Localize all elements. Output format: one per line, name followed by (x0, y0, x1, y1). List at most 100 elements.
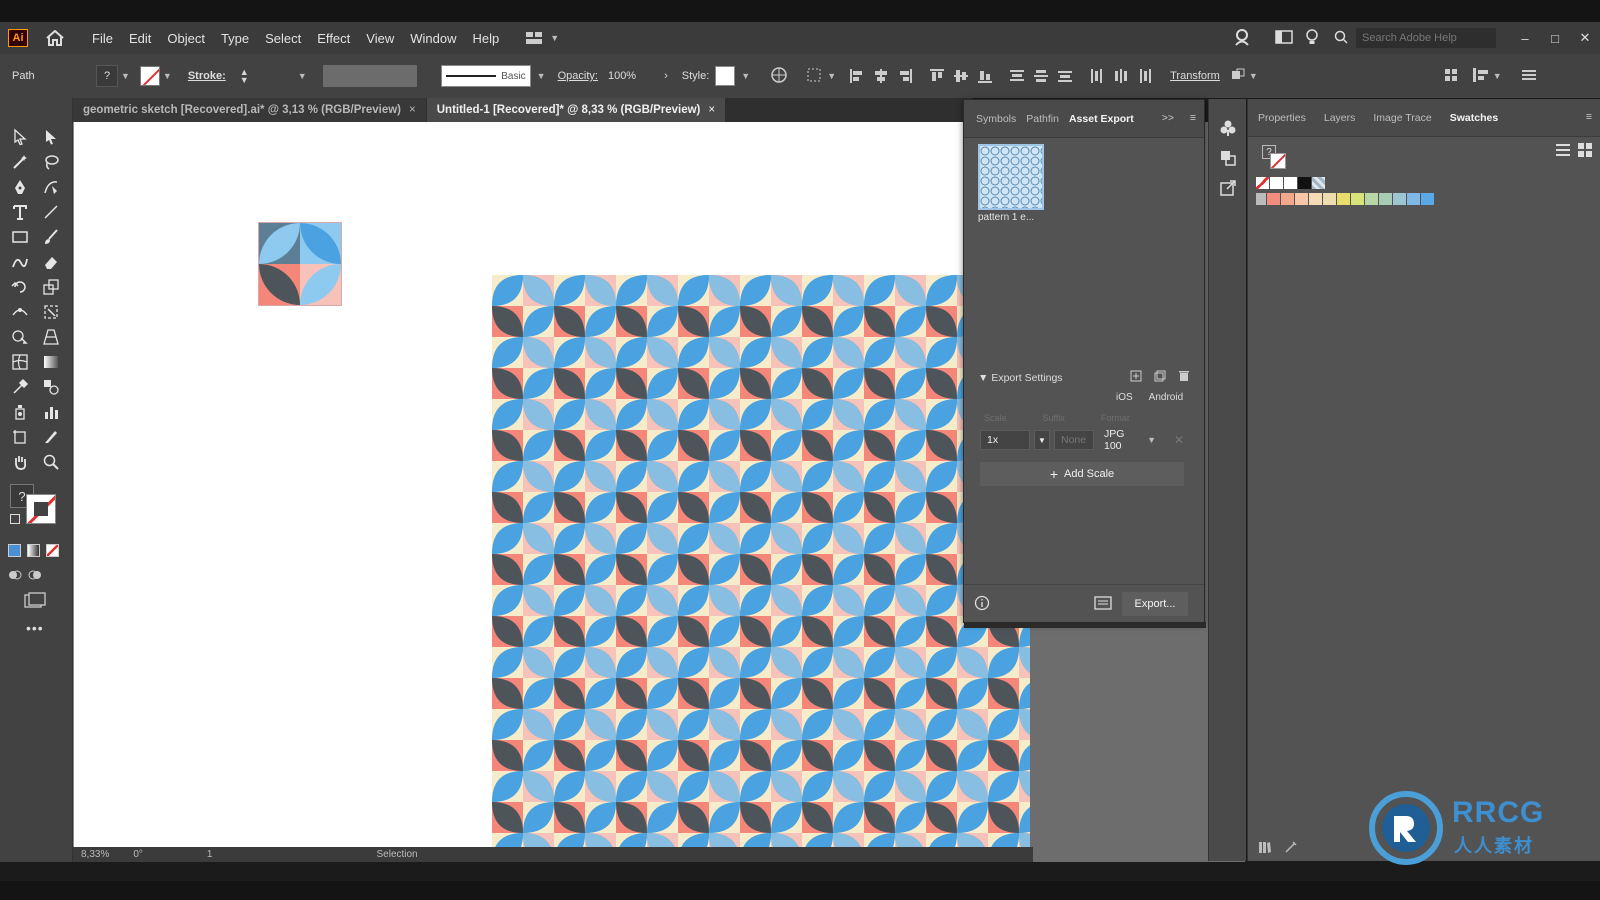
shape-mode-dropdown-icon[interactable]: ▼ (1249, 71, 1258, 81)
list-view-icon[interactable] (1556, 143, 1570, 160)
panel-menu-icon[interactable]: ≡ (1586, 111, 1592, 123)
menu-window[interactable]: Window (402, 31, 464, 46)
swatch-black[interactable] (1298, 177, 1311, 189)
format-select[interactable]: JPG 100 ▼ (1098, 428, 1162, 452)
distribute-vcenter-icon[interactable] (1032, 67, 1050, 85)
align-hcenter-icon[interactable] (872, 67, 890, 85)
stroke-dropdown-icon[interactable]: ▼ (163, 71, 172, 81)
menu-file[interactable]: File (84, 31, 121, 46)
swatch-color[interactable] (1379, 193, 1392, 205)
add-scale-button[interactable]: + Add Scale (980, 462, 1184, 486)
swatch-color[interactable] (1407, 193, 1420, 205)
isolate-icon[interactable] (1472, 67, 1490, 86)
align-to-icon[interactable] (806, 67, 824, 86)
distribute-bottom-icon[interactable] (1056, 67, 1074, 85)
opacity-label[interactable]: Opacity: (558, 70, 598, 82)
swatch-options-icon[interactable] (1284, 840, 1298, 857)
width-tool-icon[interactable] (6, 301, 34, 323)
workspace-switcher[interactable]: ▼ (525, 31, 559, 45)
tab-properties[interactable]: Properties (1258, 112, 1306, 124)
mesh-tool-icon[interactable] (6, 351, 34, 373)
default-colors-icon[interactable] (10, 514, 20, 524)
draw-behind-icon[interactable] (28, 568, 42, 585)
lasso-tool-icon[interactable] (37, 151, 65, 173)
suffix-input[interactable]: None (1054, 430, 1094, 450)
brush-dropdown-icon[interactable]: ▼ (537, 71, 546, 81)
align-bottom-icon[interactable] (976, 67, 994, 85)
menu-help[interactable]: Help (464, 31, 507, 46)
swatch-color[interactable] (1295, 193, 1308, 205)
export-button[interactable]: Export... (1122, 592, 1188, 616)
graphic-style-swatch[interactable] (715, 66, 736, 86)
asset-export-panel-icon[interactable] (1209, 173, 1247, 203)
distribute-hcenter-icon[interactable] (1112, 67, 1130, 85)
user-icon[interactable] (1228, 28, 1256, 49)
zoom-tool-icon[interactable] (37, 451, 65, 473)
lightbulb-icon[interactable] (1298, 28, 1326, 49)
search-input[interactable]: Search Adobe Help (1356, 28, 1496, 48)
artboard-navigator[interactable]: 1 (207, 849, 213, 860)
more-tools-icon[interactable]: ••• (26, 620, 44, 636)
screen-mode-icon[interactable] (24, 592, 46, 613)
close-icon[interactable]: × (409, 104, 416, 116)
menu-select[interactable]: Select (257, 31, 309, 46)
transform-link[interactable]: Transform (1170, 70, 1220, 82)
menu-edit[interactable]: Edit (121, 31, 159, 46)
curvature-tool-icon[interactable] (37, 176, 65, 198)
stroke-swatch[interactable] (139, 66, 160, 86)
gradient-icon[interactable] (27, 544, 40, 557)
opacity-value[interactable]: 100% (608, 70, 636, 82)
rectangle-tool-icon[interactable] (6, 226, 34, 248)
symbols-panel-icon[interactable] (1209, 113, 1247, 143)
align-vcenter-icon[interactable] (952, 67, 970, 85)
preset-ios[interactable]: iOS (1116, 392, 1133, 403)
asset-thumbnail[interactable] (978, 144, 1044, 210)
tab-layers[interactable]: Layers (1324, 112, 1356, 124)
color-icon[interactable] (8, 544, 21, 557)
preset-android[interactable]: Android (1149, 392, 1183, 403)
fill-stroke-widget[interactable]: ? (10, 484, 62, 528)
trash-icon[interactable] (1178, 370, 1190, 385)
variable-width-profile[interactable] (322, 65, 417, 87)
duplicate-preset-icon[interactable] (1154, 370, 1166, 385)
scale-dropdown-icon[interactable]: ▼ (1034, 430, 1050, 450)
tab-untitled-1[interactable]: Untitled-1 [Recovered]* @ 8,33 % (RGB/Pr… (426, 98, 726, 122)
tab-image-trace[interactable]: Image Trace (1373, 112, 1431, 124)
eraser-tool-icon[interactable] (37, 251, 65, 273)
column-graph-tool-icon[interactable] (37, 401, 65, 423)
remove-scale-icon[interactable]: ✕ (1174, 433, 1184, 447)
pen-tool-icon[interactable] (6, 176, 34, 198)
swatch-pattern[interactable] (1312, 177, 1325, 189)
search-icon[interactable] (1334, 30, 1348, 47)
gradient-tool-icon[interactable] (37, 351, 65, 373)
shape-mode-icon[interactable] (1230, 67, 1246, 86)
shaper-tool-icon[interactable] (6, 251, 34, 273)
scale-select[interactable]: 1x (980, 430, 1030, 450)
type-tool-icon[interactable] (6, 201, 34, 223)
style-dropdown-icon[interactable]: ▼ (741, 71, 750, 81)
tab-symbols[interactable]: Symbols (976, 113, 1016, 125)
swatch-color[interactable] (1267, 193, 1280, 205)
stroke-box[interactable] (26, 494, 56, 524)
menu-view[interactable]: View (358, 31, 402, 46)
close-window-button[interactable]: ✕ (1570, 30, 1600, 46)
home-icon[interactable] (44, 27, 66, 49)
align-left-icon[interactable] (848, 67, 866, 85)
swatch-libraries-icon[interactable] (1258, 840, 1272, 857)
rotation-value[interactable]: 0° (133, 849, 143, 860)
isolate-dropdown-icon[interactable]: ▼ (1493, 71, 1502, 81)
slice-tool-icon[interactable] (37, 426, 65, 448)
current-tool[interactable]: Selection (376, 849, 417, 860)
selection-tool-icon[interactable] (6, 126, 34, 148)
swatch-color[interactable] (1281, 193, 1294, 205)
swatch-registration[interactable] (1270, 177, 1283, 189)
free-transform-tool-icon[interactable] (37, 301, 65, 323)
chevron-right-icon[interactable]: › (664, 70, 668, 82)
recolor-icon[interactable] (770, 66, 788, 87)
close-icon[interactable]: × (708, 104, 715, 116)
hand-tool-icon[interactable] (6, 451, 34, 473)
none-icon[interactable] (46, 544, 59, 557)
artboard-tool-icon[interactable] (6, 426, 34, 448)
swatch-none[interactable] (1256, 177, 1269, 189)
draw-normal-icon[interactable] (8, 568, 22, 585)
